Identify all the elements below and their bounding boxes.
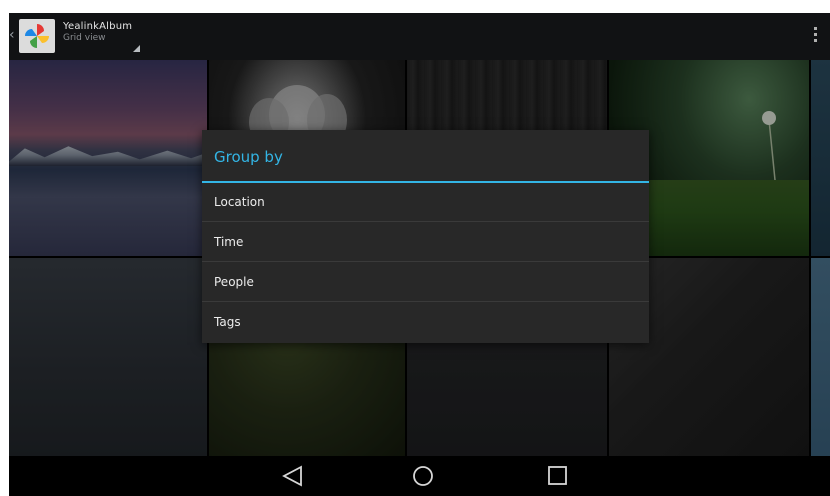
- overflow-menu-icon[interactable]: [814, 27, 818, 45]
- title-spinner[interactable]: YealinkAlbum Grid view: [63, 21, 153, 44]
- recents-square-icon[interactable]: [544, 464, 572, 488]
- group-by-dialog: Group by Location Time People Tags: [202, 130, 649, 343]
- home-circle-icon[interactable]: [409, 464, 437, 488]
- option-tags[interactable]: Tags: [202, 303, 649, 342]
- option-location[interactable]: Location: [202, 183, 649, 222]
- view-subtitle: Grid view: [63, 33, 106, 43]
- option-time[interactable]: Time: [202, 223, 649, 262]
- option-label: Tags: [214, 315, 241, 329]
- option-people[interactable]: People: [202, 263, 649, 302]
- app-title: YealinkAlbum: [63, 21, 133, 32]
- pinwheel-photos-icon[interactable]: [19, 19, 55, 53]
- phone-screen: ‹ YealinkAlbum Grid view Group by Locati…: [9, 13, 830, 496]
- option-label: People: [214, 275, 254, 289]
- dialog-title: Group by: [214, 148, 283, 166]
- navigation-bar: [9, 456, 830, 496]
- up-caret-icon[interactable]: ‹: [9, 27, 15, 43]
- option-label: Time: [214, 235, 244, 249]
- back-triangle-icon[interactable]: [279, 464, 307, 488]
- action-bar: ‹ YealinkAlbum Grid view: [9, 13, 830, 60]
- spinner-indicator-icon: [133, 45, 140, 52]
- option-label: Location: [214, 195, 265, 209]
